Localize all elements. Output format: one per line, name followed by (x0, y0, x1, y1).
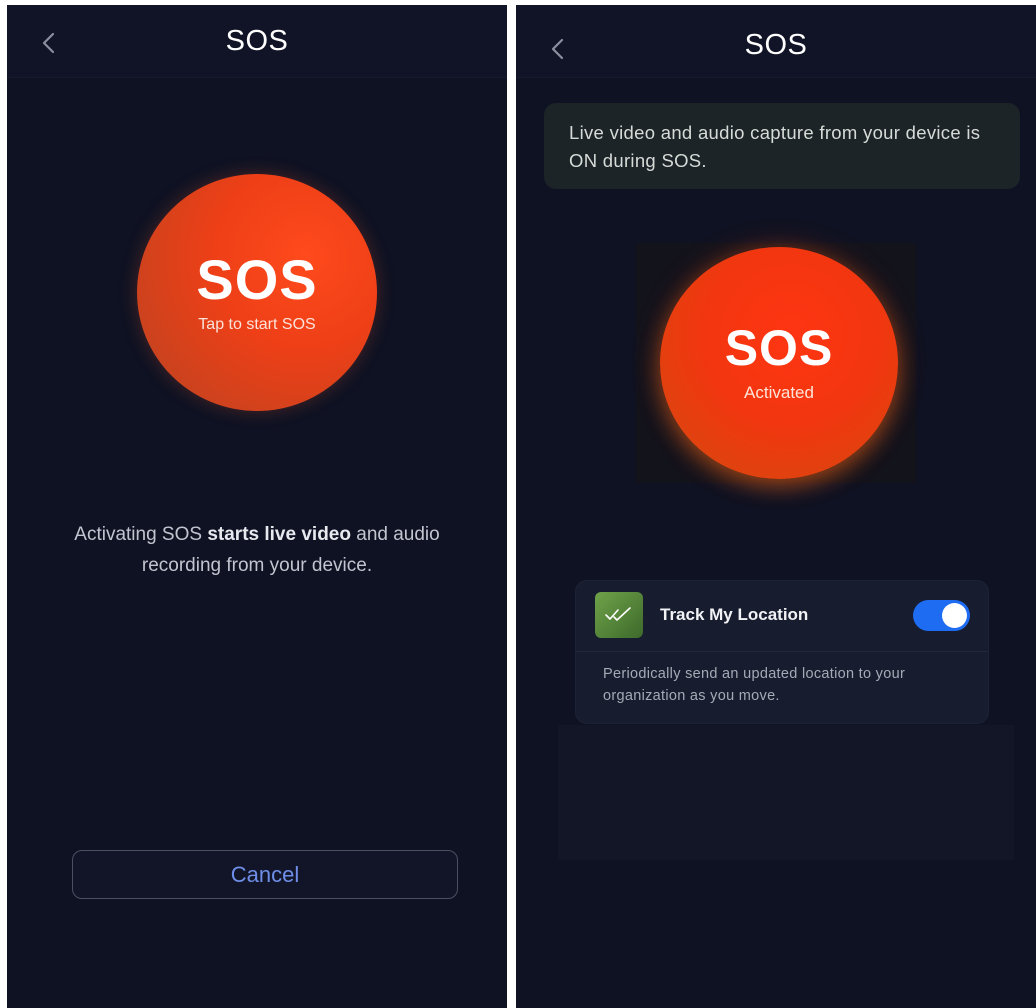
sos-screen-inactive: SOS SOS Tap to start SOS Activating SOS … (7, 5, 507, 1008)
sos-button-label: SOS (196, 247, 318, 311)
double-check-icon (595, 592, 643, 638)
cancel-button[interactable]: Cancel (72, 850, 458, 899)
sos-activated-button[interactable]: SOS Activated (660, 247, 898, 479)
track-location-toggle[interactable] (913, 600, 970, 631)
recording-banner: Live video and audio capture from your d… (544, 103, 1020, 189)
info-text-bold: starts live video (207, 524, 351, 545)
track-location-description: Periodically send an updated location to… (603, 666, 906, 704)
toggle-knob (942, 603, 967, 628)
track-location-row: Track My Location (576, 581, 988, 652)
page-title: SOS (225, 25, 289, 57)
nav-bar: SOS (7, 5, 507, 78)
track-location-label: Track My Location (660, 605, 809, 624)
sos-button-sublabel: Tap to start SOS (198, 315, 316, 333)
track-location-card: Track My Location Periodically send an u… (575, 580, 989, 724)
page-title: SOS (744, 29, 808, 61)
sos-info-text: Activating SOS starts live video and aud… (47, 519, 467, 581)
sos-status-label: Activated (744, 383, 814, 402)
info-text-prefix: Activating SOS (74, 524, 208, 545)
content-panel (558, 725, 1014, 860)
sos-button-label: SOS (724, 320, 834, 376)
nav-bar: SOS (516, 5, 1036, 78)
start-sos-button[interactable]: SOS Tap to start SOS (137, 174, 377, 411)
banner-text: Live video and audio capture from your d… (569, 122, 981, 171)
sos-screen-active: SOS Live video and audio capture from yo… (516, 5, 1036, 1008)
